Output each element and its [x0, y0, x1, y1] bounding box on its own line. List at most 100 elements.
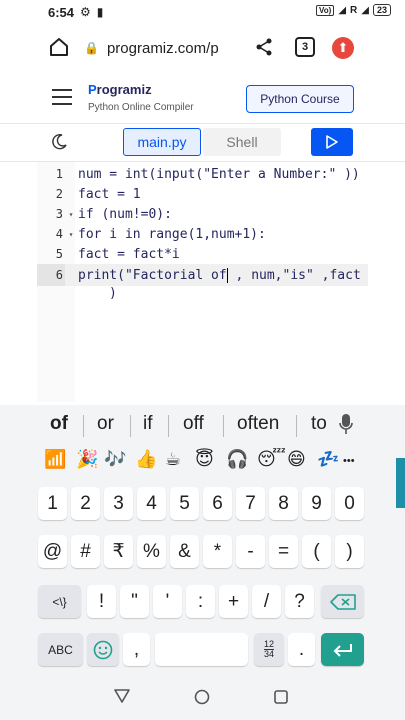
home-icon[interactable] — [48, 36, 70, 58]
key[interactable]: 3 — [104, 487, 133, 520]
period-key[interactable]: . — [288, 633, 315, 666]
key[interactable]: # — [71, 535, 100, 568]
emoji-key[interactable]: 😴 — [257, 449, 286, 470]
key[interactable]: 4 — [137, 487, 166, 520]
emoji-key[interactable]: 🎧 — [226, 449, 248, 470]
tab-shell[interactable]: Shell — [203, 128, 281, 156]
key[interactable]: 6 — [203, 487, 232, 520]
code-text: num = int(input("Enter a Number:" )) — [78, 166, 360, 182]
programiz-logo[interactable]: Programiz — [88, 82, 152, 97]
fold-toggle[interactable]: ▾ — [65, 230, 77, 239]
home-nav-icon[interactable] — [194, 689, 210, 705]
key[interactable]: = — [269, 535, 298, 568]
suggestion-item[interactable]: off — [183, 413, 204, 435]
code-line[interactable]: 5 fact = fact*i — [37, 244, 368, 264]
key[interactable]: 7 — [236, 487, 265, 520]
browser-toolbar: 🔒 programiz.com/p 3 ⬆ — [0, 26, 405, 70]
key[interactable]: 1 — [38, 487, 67, 520]
lock-icon: 🔒 — [84, 41, 99, 55]
code-line[interactable]: 4 ▾ for i in range(1,num+1): — [37, 224, 368, 244]
numpad-key[interactable]: 12 34 — [254, 633, 284, 666]
emoji-key[interactable]: 💤 — [317, 449, 339, 470]
key[interactable]: ₹ — [104, 535, 133, 568]
share-icon[interactable] — [254, 37, 274, 57]
key[interactable]: : — [186, 585, 215, 618]
dark-mode-icon[interactable] — [50, 133, 68, 151]
line-number: 2 — [55, 187, 63, 201]
emoji-key[interactable]: 👍 — [135, 449, 157, 470]
key[interactable]: 2 — [71, 487, 100, 520]
divider — [296, 415, 297, 437]
code-line[interactable]: 3 ▾ if (num!=0): — [37, 204, 368, 224]
menu-icon[interactable] — [52, 89, 72, 105]
network-label: R — [350, 4, 358, 16]
key[interactable]: " — [120, 585, 149, 618]
microphone-icon[interactable] — [339, 413, 353, 435]
comma-key[interactable]: , — [123, 633, 150, 666]
key[interactable]: ) — [335, 535, 364, 568]
editor-toolbar: main.py Shell — [0, 124, 405, 162]
key[interactable]: ! — [87, 585, 116, 618]
emoji-key[interactable]: 🎶 — [104, 449, 126, 470]
key[interactable]: ' — [153, 585, 182, 618]
back-icon[interactable] — [114, 689, 130, 703]
code-line[interactable]: 2 fact = 1 — [37, 184, 368, 204]
url-text: programiz.com/p — [106, 39, 219, 57]
key[interactable]: 9 — [302, 487, 331, 520]
code-line[interactable]: 1 num = int(input("Enter a Number:" )) — [37, 164, 368, 184]
suggestion-item[interactable]: if — [143, 413, 153, 435]
signal-icon-2: ◢ — [361, 4, 369, 16]
enter-key[interactable] — [321, 633, 364, 666]
key[interactable]: ? — [285, 585, 314, 618]
emoji-key[interactable]: 😄 — [287, 449, 306, 470]
key[interactable]: @ — [38, 535, 67, 568]
fold-toggle[interactable]: ▾ — [65, 210, 77, 219]
suggestion-item[interactable]: often — [237, 413, 279, 435]
play-icon — [326, 135, 338, 149]
space-key[interactable] — [155, 633, 248, 666]
tab-main-py[interactable]: main.py — [123, 128, 201, 156]
emoji-key[interactable]: ☕ — [165, 449, 181, 470]
tab-switcher-button[interactable]: 3 — [295, 37, 315, 57]
code-text: if (num!=0): — [78, 206, 172, 222]
numpad-key-label: 12 34 — [263, 639, 274, 659]
suggestion-item[interactable]: or — [97, 413, 114, 435]
status-time: 6:54 — [48, 4, 75, 20]
run-button[interactable] — [311, 128, 353, 156]
page-subtitle: Python Online Compiler — [88, 102, 194, 113]
key[interactable]: % — [137, 535, 166, 568]
system-nav-bar — [0, 680, 405, 720]
code-text: fact = fact*i — [78, 246, 180, 262]
abc-key[interactable]: ABC — [38, 633, 83, 666]
key[interactable]: 8 — [269, 487, 298, 520]
line-number: 6 — [37, 264, 65, 286]
key[interactable]: 5 — [170, 487, 199, 520]
key[interactable]: ( — [302, 535, 331, 568]
wrapped-code-text: ) — [109, 286, 117, 301]
key[interactable]: + — [219, 585, 248, 618]
key[interactable]: * — [203, 535, 232, 568]
key[interactable]: - — [236, 535, 265, 568]
python-course-button[interactable]: Python Course — [246, 85, 354, 113]
emoji-key-toggle[interactable] — [87, 633, 119, 666]
key[interactable]: / — [252, 585, 281, 618]
divider — [130, 415, 131, 437]
recents-icon[interactable] — [274, 690, 288, 704]
address-bar[interactable]: 🔒 programiz.com/p — [84, 34, 234, 62]
symbols-shift-key[interactable]: <\} — [38, 585, 81, 618]
backspace-key[interactable] — [321, 585, 364, 618]
code-editor[interactable]: 1 num = int(input("Enter a Number:" )) 2… — [37, 162, 368, 402]
key[interactable]: & — [170, 535, 199, 568]
code-line-active[interactable]: 6 print("Factorial of , num,"is" ,fact — [37, 264, 368, 286]
emoji-key[interactable]: 📶 — [44, 449, 66, 470]
emoji-key[interactable]: 🎉 — [76, 449, 98, 470]
update-icon[interactable]: ⬆ — [332, 37, 354, 59]
suggestion-item[interactable]: to — [311, 413, 327, 435]
code-text: for i in range(1,num+1): — [78, 226, 266, 242]
suggestion-item[interactable]: of — [50, 413, 68, 435]
more-icon[interactable]: ••• — [343, 455, 355, 467]
key[interactable]: 0 — [335, 487, 364, 520]
line-number: 3 — [55, 207, 63, 221]
emoji-key[interactable]: 😇 — [195, 449, 214, 470]
enter-icon — [333, 643, 352, 657]
